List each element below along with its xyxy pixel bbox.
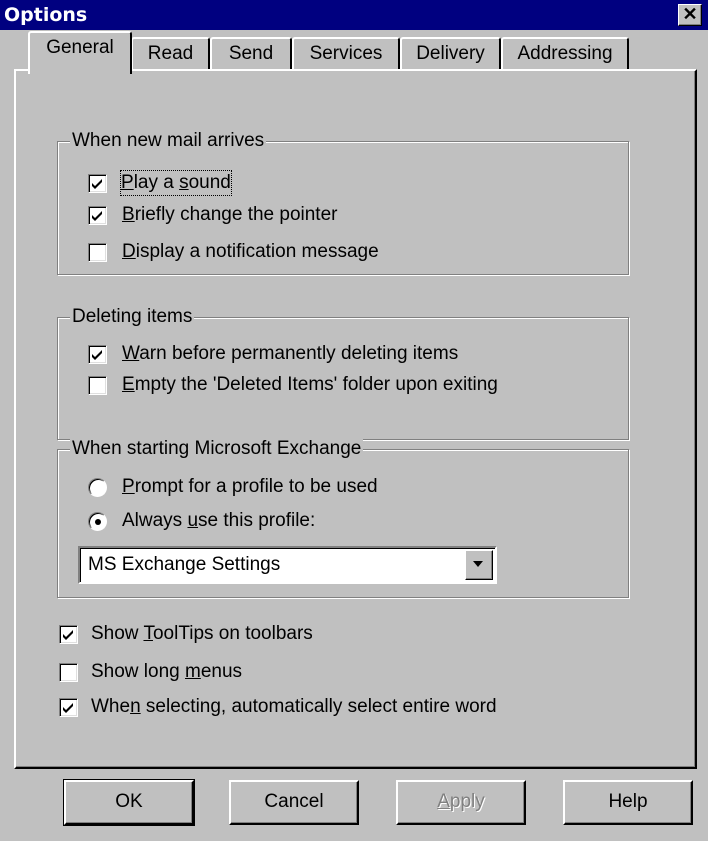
tab-delivery[interactable]: Delivery [400, 37, 501, 71]
checkmark-icon [92, 179, 102, 189]
help-button-label: Help [608, 791, 648, 812]
show-long-menus-checkbox[interactable] [59, 663, 78, 682]
help-button[interactable]: Help [563, 780, 693, 825]
cancel-button-label: Cancel [264, 791, 324, 812]
notification-checkbox[interactable] [88, 243, 107, 262]
change-pointer-checkbox[interactable] [88, 206, 107, 225]
tab-label: Delivery [416, 43, 485, 64]
deleting-items-legend: Deleting items [70, 306, 195, 328]
tab-label: Read [147, 43, 194, 64]
show-tooltips-label[interactable]: Show ToolTips on toolbars [91, 622, 313, 646]
empty-deleted-checkbox[interactable] [88, 376, 107, 395]
title-bar[interactable]: Options ✕ [0, 0, 708, 30]
warn-delete-checkbox[interactable] [88, 345, 107, 364]
tab-label: Send [228, 43, 274, 64]
change-pointer-label[interactable]: Briefly change the pointer [122, 203, 337, 227]
new-mail-legend: When new mail arrives [70, 130, 267, 152]
show-tooltips-checkbox[interactable] [59, 625, 78, 644]
close-button[interactable]: ✕ [678, 4, 702, 26]
always-use-profile-label[interactable]: Always use this profile: [122, 509, 315, 533]
tab-read[interactable]: Read [131, 37, 210, 71]
close-icon: ✕ [682, 4, 698, 24]
checkmark-icon [92, 211, 102, 221]
apply-button-label: Apply [437, 791, 485, 812]
warn-delete-label[interactable]: Warn before permanently deleting items [122, 342, 458, 366]
cancel-button[interactable]: Cancel [229, 780, 359, 825]
select-entire-word-label[interactable]: When selecting, automatically select ent… [91, 695, 497, 719]
checkmark-icon [63, 630, 73, 640]
select-entire-word-checkbox[interactable] [59, 698, 78, 717]
ok-button-label: OK [115, 791, 143, 812]
checkmark-icon [63, 703, 73, 713]
apply-button[interactable]: Apply [396, 780, 526, 825]
checkmark-icon [92, 350, 102, 360]
profile-dropdown-value: MS Exchange Settings [88, 554, 281, 575]
chevron-down-icon [473, 561, 483, 567]
show-long-menus-label[interactable]: Show long menus [91, 660, 242, 684]
tab-services[interactable]: Services [292, 37, 400, 71]
radio-dot [95, 519, 101, 525]
startup-legend: When starting Microsoft Exchange [70, 438, 364, 460]
dropdown-arrow-button[interactable] [465, 550, 493, 580]
tab-label: Services [309, 43, 383, 64]
play-sound-label[interactable]: Play a sound [120, 170, 232, 196]
profile-dropdown[interactable]: MS Exchange Settings [78, 546, 497, 584]
always-use-profile-radio[interactable] [88, 512, 107, 531]
play-sound-checkbox[interactable] [88, 174, 107, 193]
tab-label: Addressing [517, 43, 613, 64]
prompt-profile-label[interactable]: Prompt for a profile to be used [122, 475, 378, 499]
window-title: Options [4, 4, 88, 26]
tab-general[interactable]: General [28, 31, 132, 74]
empty-deleted-label[interactable]: Empty the 'Deleted Items' folder upon ex… [122, 373, 498, 397]
prompt-profile-radio[interactable] [88, 478, 107, 497]
tab-send[interactable]: Send [210, 37, 292, 71]
tab-addressing[interactable]: Addressing [501, 37, 629, 71]
notification-label[interactable]: Display a notification message [122, 240, 379, 264]
tab-label: General [46, 37, 114, 58]
ok-button[interactable]: OK [63, 779, 195, 826]
